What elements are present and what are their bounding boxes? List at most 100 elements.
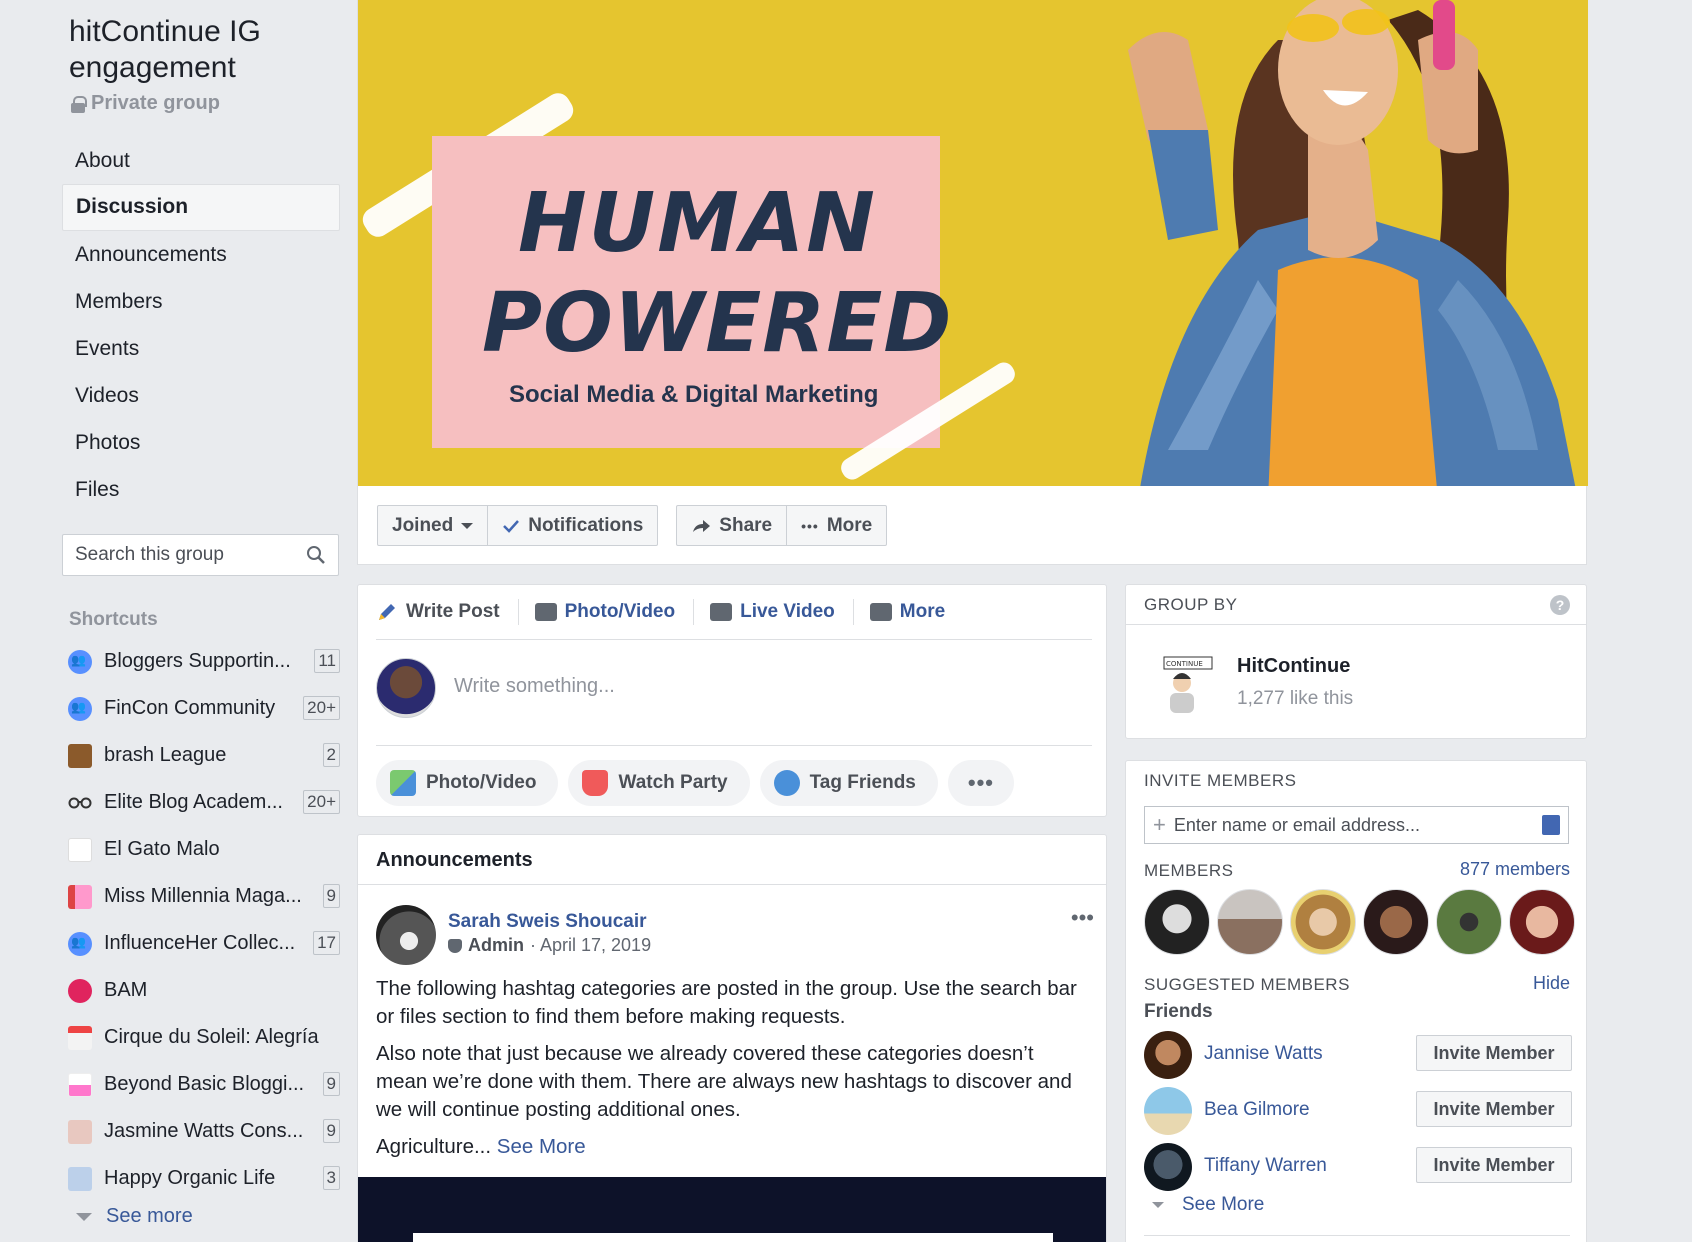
nav-item-discussion[interactable]: Discussion (62, 184, 340, 231)
group-privacy: Private group (71, 92, 220, 115)
search-icon[interactable] (306, 545, 326, 565)
suggested-member-row: Bea Gilmore Invite Member (1144, 1087, 1572, 1135)
avatar[interactable] (1509, 889, 1575, 955)
tab-photo-video[interactable]: Photo/Video (534, 599, 695, 625)
tab-label: Write Post (406, 601, 500, 622)
nav-item-members[interactable]: Members (62, 278, 340, 325)
shortcut-item[interactable]: Cirque du Soleil: Alegría (68, 1014, 340, 1061)
tag-friends-pill[interactable]: Tag Friends (759, 760, 938, 806)
tab-write-post[interactable]: Write Post (376, 599, 519, 625)
suggested-members-heading: SUGGESTED MEMBERS (1144, 975, 1350, 994)
avatar[interactable] (1436, 889, 1502, 955)
post-author[interactable]: Sarah Sweis Shoucair (448, 911, 647, 933)
tab-label: Live Video (740, 601, 835, 622)
contacts-icon[interactable] (1542, 815, 1560, 835)
post-image[interactable] (358, 1177, 1106, 1242)
pill-label: Watch Party (618, 772, 728, 793)
shortcut-item[interactable]: Jasmine Watts Cons... 9 (68, 1108, 340, 1155)
nav-item-videos[interactable]: Videos (62, 372, 340, 419)
composer-input[interactable]: Write something... (454, 675, 615, 698)
pencil-icon (379, 604, 395, 620)
shortcut-item[interactable]: Elite Blog Academ... 20+ (68, 779, 340, 826)
shortcut-item[interactable]: Miss Millennia Maga... 9 (68, 873, 340, 920)
more-options-pill[interactable]: ••• (947, 760, 1014, 806)
shortcut-item[interactable]: Happy Organic Life 3 (68, 1155, 340, 1202)
group-icon (68, 649, 92, 674)
invite-member-button[interactable]: Invite Member (1416, 1091, 1572, 1127)
post-paragraph: The following hashtag categories are pos… (376, 977, 1077, 1028)
avatar[interactable] (1290, 889, 1356, 955)
invite-member-button[interactable]: Invite Member (1416, 1147, 1572, 1183)
hide-link[interactable]: Hide (1533, 973, 1570, 994)
tab-label: More (899, 601, 946, 622)
avatar[interactable] (1144, 1087, 1192, 1135)
tag-person-icon (773, 770, 800, 796)
avatar[interactable] (1217, 889, 1283, 955)
shortcut-item[interactable]: Beyond Basic Bloggi... 9 (68, 1061, 340, 1108)
cover-photo[interactable]: HUMAN POWERED Social Media & Digital Mar… (358, 0, 1588, 486)
members-heading: MEMBERS (1144, 861, 1234, 880)
nav-item-photos[interactable]: Photos (62, 419, 340, 466)
nav-item-files[interactable]: Files (62, 466, 340, 513)
joined-button[interactable]: Joined (378, 506, 489, 545)
post-options-icon[interactable]: ••• (1071, 905, 1094, 931)
notifications-button[interactable]: Notifications (488, 506, 657, 545)
ellipsis-icon: ••• (801, 517, 819, 534)
share-button[interactable]: Share (677, 506, 788, 545)
more-button[interactable]: ••• More (787, 506, 886, 545)
cat-logo-icon (68, 837, 92, 862)
announcements-heading[interactable]: Announcements (358, 835, 1106, 885)
page-name[interactable]: HitContinue (1237, 655, 1350, 678)
suggested-member-name[interactable]: Tiffany Warren (1204, 1155, 1327, 1177)
see-more-link[interactable]: See More (497, 1135, 586, 1158)
divider (376, 745, 1092, 746)
suggested-member-name[interactable]: Bea Gilmore (1204, 1099, 1310, 1121)
invite-member-field[interactable]: + Enter name or email address... (1144, 806, 1569, 844)
shortcut-item[interactable]: InfluenceHer Collec... 17 (68, 920, 340, 967)
hitcontinue-logo[interactable]: CONTINUE (1150, 653, 1214, 717)
share-more-button-group: Share ••• More (676, 505, 888, 546)
lock-icon (71, 95, 87, 113)
suggested-member-name[interactable]: Jannise Watts (1204, 1043, 1323, 1065)
shortcuts-see-more[interactable]: See more (76, 1205, 193, 1228)
help-icon[interactable]: ? (1550, 595, 1570, 615)
group-title[interactable]: hitContinue IG engagement (69, 14, 345, 86)
shortcut-item[interactable]: Bloggers Supportin... 11 (68, 638, 340, 685)
members-count-link[interactable]: 877 members (1460, 859, 1570, 880)
photo-video-pill[interactable]: Photo/Video (376, 760, 559, 806)
invite-member-button[interactable]: Invite Member (1416, 1035, 1572, 1071)
shortcut-label: Elite Blog Academ... (104, 791, 283, 813)
left-sidebar: hitContinue IG engagement Private group … (0, 0, 345, 1242)
invite-members-heading: INVITE MEMBERS (1144, 771, 1297, 790)
group-search-input[interactable] (75, 544, 295, 566)
avatar[interactable] (1144, 889, 1210, 955)
avatar[interactable] (376, 905, 436, 965)
tab-live-video[interactable]: Live Video (710, 599, 854, 625)
chevron-down-icon (461, 522, 474, 529)
avatar[interactable] (1363, 889, 1429, 955)
ellipsis-icon: ••• (967, 770, 994, 795)
shortcut-label: Miss Millennia Maga... (104, 885, 302, 907)
avatar[interactable] (376, 658, 436, 718)
nav-item-events[interactable]: Events (62, 325, 340, 372)
avatar[interactable] (1144, 1143, 1192, 1191)
shortcut-item[interactable]: FinCon Community 20+ (68, 685, 340, 732)
suggested-member-row: Tiffany Warren Invite Member (1144, 1143, 1572, 1191)
shortcut-item[interactable]: El Gato Malo (68, 826, 340, 873)
post-date[interactable]: · April 17, 2019 (530, 935, 651, 956)
nav-item-announcements[interactable]: Announcements (62, 231, 340, 278)
plus-icon: + (1153, 812, 1166, 837)
page-icon (68, 1119, 92, 1144)
shortcut-badge: 2 (322, 743, 340, 767)
tab-more[interactable]: More (869, 599, 963, 625)
watch-party-pill[interactable]: Watch Party (568, 760, 750, 806)
avatar[interactable] (1144, 1031, 1192, 1079)
shortcut-item[interactable]: BAM (68, 967, 340, 1014)
shortcut-label: brash League (104, 744, 227, 766)
post-paragraph: Agriculture... See More (376, 1133, 1086, 1161)
shortcut-label: Bloggers Supportin... (104, 650, 291, 672)
shortcut-item[interactable]: brash League 2 (68, 732, 340, 779)
membership-button-group: Joined Notifications (377, 505, 659, 546)
nav-item-about[interactable]: About (62, 137, 340, 184)
suggested-see-more[interactable]: See More (1152, 1194, 1264, 1216)
